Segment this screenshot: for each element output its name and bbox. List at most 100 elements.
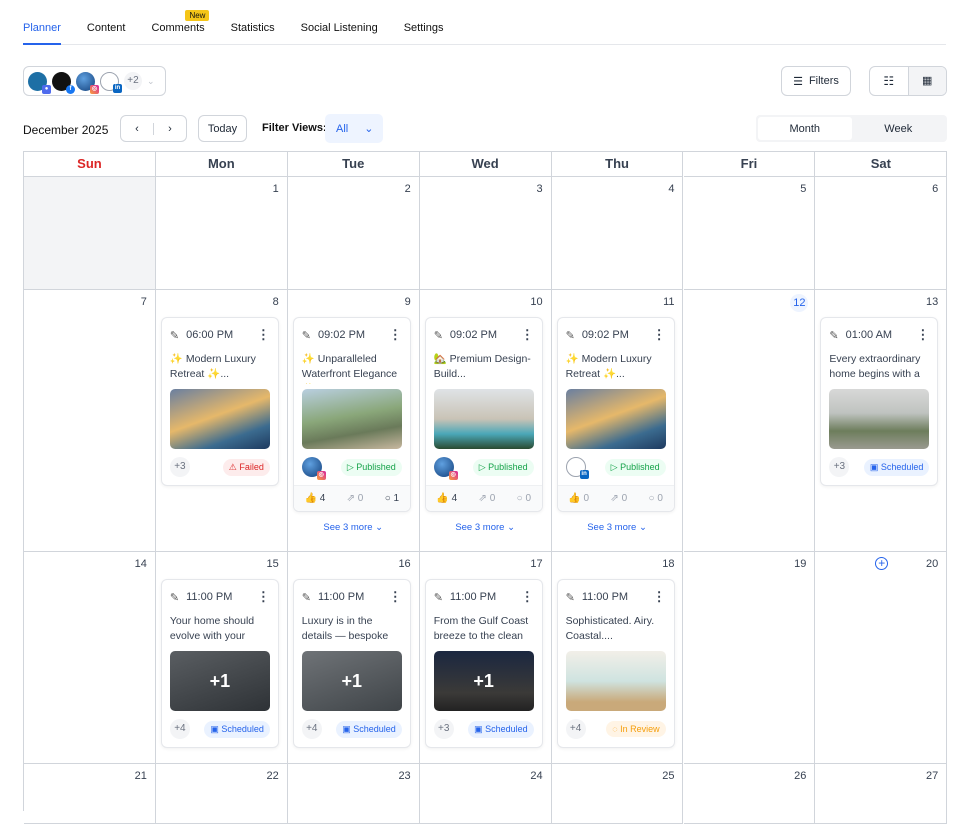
post-footer: +3 ⚠ Failed (162, 449, 278, 485)
post-card[interactable]: ✎ 11:00 PM ⋮ Sophisticated. Airy. Coastal..… (556, 579, 675, 748)
day-cell[interactable]: 2 (287, 177, 420, 290)
post-card[interactable]: ✎ 09:02 PM ⋮ ✨ Modern Luxury Retreat ✨... in… (556, 317, 675, 512)
day-cell[interactable]: 6 (815, 177, 948, 290)
post-card[interactable]: ✎ 06:00 PM ⋮ ✨ Modern Luxury Retreat ✨... +3… (160, 317, 279, 486)
weekday-header-fri: Fri (683, 152, 816, 177)
day-cell[interactable]: 13 ✎ 01:00 AM ⋮ Every extraordinary home beg… (815, 290, 948, 552)
day-cell[interactable] (24, 177, 156, 290)
next-month-button[interactable]: › (154, 123, 186, 135)
today-button[interactable]: Today (198, 115, 247, 142)
stat-value: 4 (319, 493, 326, 504)
post-header: ✎ 11:00 PM ⋮ (558, 580, 674, 614)
day-cell[interactable]: 24 (419, 764, 552, 824)
stat-value: 0 (525, 493, 531, 504)
image-more-count: +1 (473, 670, 494, 691)
day-cell[interactable]: 12 (683, 290, 816, 552)
more-accounts-count: +4 (565, 719, 586, 739)
post-card[interactable]: ✎ 11:00 PM ⋮ Your home should evolve with y… (160, 579, 279, 748)
stat-value: 0 (357, 493, 364, 504)
day-number: 5 (800, 183, 807, 195)
day-cell[interactable]: 16 ✎ 11:00 PM ⋮ Luxury is in the details — b… (287, 552, 420, 764)
post-time: 09:02 PM (318, 329, 366, 341)
day-cell[interactable]: 17 ✎ 11:00 PM ⋮ From the Gulf Coast breeze t… (419, 552, 552, 764)
day-cell[interactable]: 11 ✎ 09:02 PM ⋮ ✨ Modern Luxury Retreat ✨...… (551, 290, 684, 552)
day-cell[interactable]: 9 ✎ 09:02 PM ⋮ ✨ Unparalleled Waterfront Ele… (287, 290, 420, 552)
post-card[interactable]: ✎ 01:00 AM ⋮ Every extraordinary home begin… (820, 317, 939, 486)
day-cell[interactable]: 20 + (815, 552, 948, 764)
post-text: ✨ Modern Luxury Retreat ✨... (565, 353, 652, 380)
instagram-icon: ◎ (316, 471, 326, 480)
tab-settings[interactable]: Settings (404, 0, 444, 45)
status-badge: ▷ Published (472, 458, 534, 476)
stat-shares: ⇗ 0 (347, 493, 364, 504)
more-options-icon[interactable]: ⋮ (521, 589, 534, 605)
day-cell[interactable]: 26 (683, 764, 816, 824)
calendar-range-toggle: Month Week (756, 115, 947, 142)
more-accounts-count: +4 (169, 719, 190, 739)
more-options-icon[interactable]: ⋮ (389, 327, 402, 343)
day-cell[interactable]: 22 (155, 764, 288, 824)
day-cell[interactable]: 1 (155, 177, 288, 290)
day-cell[interactable]: 14 (24, 552, 156, 764)
see-more-link[interactable]: See 3 more ⌄ (420, 522, 551, 533)
week-view-button[interactable]: Week (852, 117, 946, 140)
day-cell[interactable]: 23 (287, 764, 420, 824)
prev-month-button[interactable]: ‹ (121, 122, 154, 135)
add-post-icon[interactable]: + (875, 557, 889, 570)
pen-icon: ✎ (169, 329, 180, 342)
day-cell[interactable]: 4 (551, 177, 684, 290)
account-avatar: in (565, 457, 589, 479)
status-label: Failed (239, 461, 264, 472)
filter-views-select[interactable]: All ⌄ (325, 114, 383, 143)
post-card[interactable]: ✎ 11:00 PM ⋮ Luxury is in the details — bes… (292, 579, 411, 748)
tab-planner[interactable]: Planner (23, 0, 61, 45)
day-cell[interactable]: 27 (815, 764, 948, 824)
stat-value: 1 (393, 493, 400, 504)
month-view-button[interactable]: Month (758, 117, 852, 140)
calendar-view-icon[interactable]: ▦ (907, 67, 946, 95)
see-more-link[interactable]: See 3 more ⌄ (288, 522, 419, 533)
post-time: 09:02 PM (581, 329, 629, 341)
more-options-icon[interactable]: ⋮ (653, 589, 666, 605)
day-cell[interactable]: 18 ✎ 11:00 PM ⋮ Sophisticated. Airy. Coastal… (551, 552, 684, 764)
tab-comments[interactable]: Comments New (151, 0, 210, 45)
more-options-icon[interactable]: ⋮ (389, 589, 402, 605)
see-more-link[interactable]: See 3 more ⌄ (552, 522, 683, 533)
day-cell[interactable]: 21 (24, 764, 156, 824)
more-options-icon[interactable]: ⋮ (653, 327, 666, 343)
post-card[interactable]: ✎ 09:02 PM ⋮ 🏡 Premium Design-Build... ◎ ▷ Pu… (424, 317, 543, 512)
post-card[interactable]: ✎ 09:02 PM ⋮ ✨ Unparalleled Waterfront Eleg… (292, 317, 411, 512)
post-footer: in ▷ Published (558, 449, 674, 485)
day-cell[interactable]: 7 (24, 290, 156, 552)
day-cell[interactable]: 19 (683, 552, 816, 764)
account-avatar: ◎ (433, 457, 458, 480)
day-cell[interactable]: 15 ✎ 11:00 PM ⋮ Your home should evolve with… (155, 552, 288, 764)
more-options-icon[interactable]: ⋮ (916, 327, 929, 343)
day-cell[interactable]: 8 ✎ 06:00 PM ⋮ ✨ Modern Luxury Retreat ✨... +… (155, 290, 288, 552)
day-number: 13 (926, 296, 939, 308)
status-badge: ▣ Scheduled (336, 720, 402, 738)
pen-icon: ✎ (433, 329, 443, 342)
day-number: 2 (404, 183, 411, 195)
tab-social-listening[interactable]: Social Listening (301, 0, 378, 45)
pen-icon: ✎ (433, 591, 443, 604)
account-selector[interactable]: ● f ◎ in +2 ⌄ (23, 66, 166, 96)
more-options-icon[interactable]: ⋮ (257, 589, 270, 605)
status-label: In Review (620, 724, 660, 734)
comment-icon: ○ (384, 493, 394, 504)
post-footer: +4 ▣ Scheduled (162, 711, 278, 747)
day-number: 24 (530, 770, 543, 782)
see-more-label: See 3 more (587, 522, 637, 533)
tab-content[interactable]: Content (87, 0, 126, 45)
post-card[interactable]: ✎ 11:00 PM ⋮ From the Gulf Coast breeze to … (424, 579, 543, 748)
filters-button[interactable]: ☰ Filters (781, 66, 851, 96)
day-cell[interactable]: 3 (419, 177, 552, 290)
more-options-icon[interactable]: ⋮ (257, 327, 270, 343)
day-number: 27 (926, 770, 939, 782)
list-view-icon[interactable]: ☷ (870, 74, 908, 88)
day-cell[interactable]: 25 (551, 764, 684, 824)
more-options-icon[interactable]: ⋮ (521, 327, 534, 343)
tab-statistics[interactable]: Statistics (231, 0, 275, 45)
day-cell[interactable]: 5 (683, 177, 816, 290)
day-cell[interactable]: 10 ✎ 09:02 PM ⋮ 🏡 Premium Design-Build... ◎ ▷ … (419, 290, 552, 552)
